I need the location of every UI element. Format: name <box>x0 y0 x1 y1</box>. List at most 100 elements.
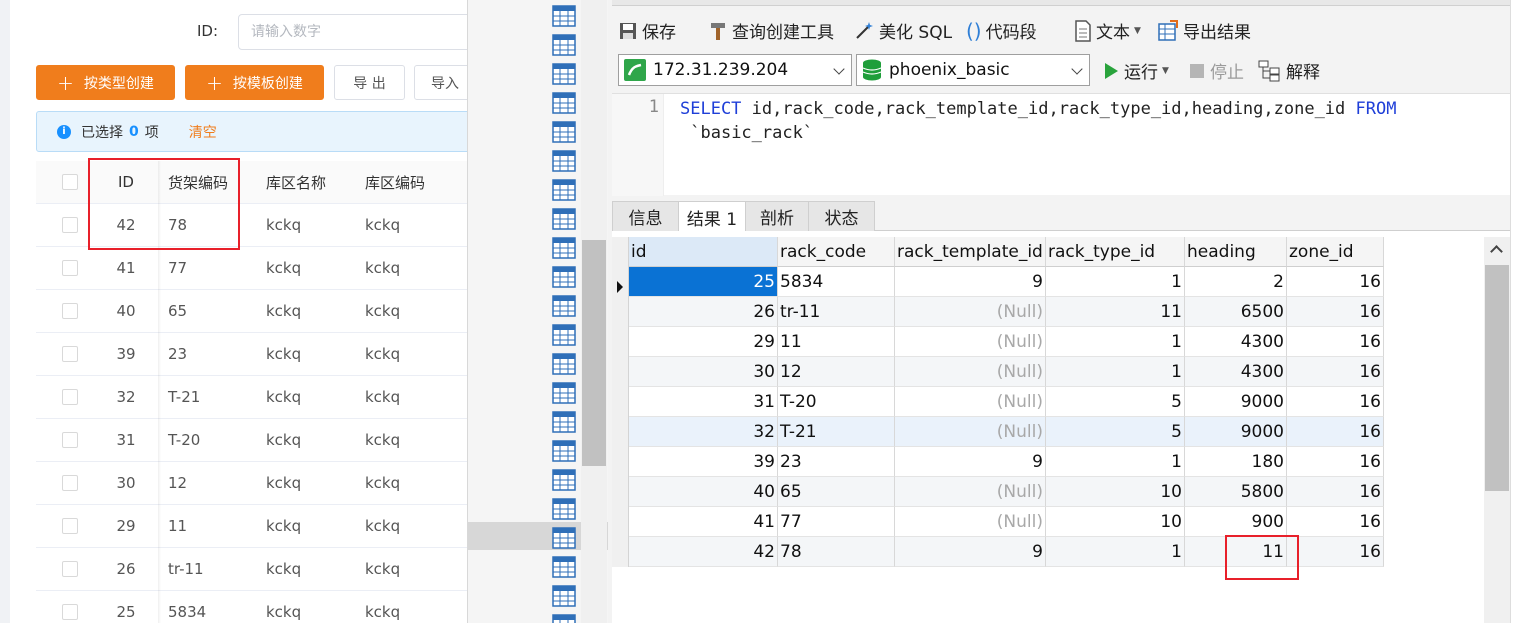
tab-status[interactable]: 状态 <box>808 201 875 231</box>
database-select[interactable]: phoenix_basic <box>856 54 1090 86</box>
table-icon[interactable] <box>552 527 576 549</box>
grid-cell-heading[interactable]: 11 <box>1185 537 1287 567</box>
connection-select[interactable]: 172.31.239.204 <box>618 54 852 86</box>
grid-cell-rack-type-id[interactable]: 5 <box>1046 417 1185 447</box>
grid-cell-heading[interactable]: 900 <box>1185 507 1287 537</box>
grid-cell-heading[interactable]: 4300 <box>1185 327 1287 357</box>
grid-cell-heading[interactable]: 2 <box>1185 267 1287 297</box>
query-builder-button[interactable]: 查询创建工具 <box>708 18 834 43</box>
table-icon[interactable] <box>552 208 576 230</box>
header-zone-code[interactable]: 库区编码 <box>365 161 460 203</box>
table-row[interactable]: 25 5834 kckq kckq <box>36 591 486 623</box>
table-icon[interactable] <box>552 440 576 462</box>
grid-cell-rack-type-id[interactable]: 11 <box>1046 297 1185 327</box>
table-icon[interactable] <box>552 585 576 607</box>
grid-cell-rack-code[interactable]: 65 <box>778 477 895 507</box>
grid-cell-rack-code[interactable]: 78 <box>778 537 895 567</box>
grid-cell-id[interactable]: 40 <box>629 477 778 507</box>
grid-cell-zone-id[interactable]: 16 <box>1287 267 1384 297</box>
grid-cell-id[interactable]: 41 <box>629 507 778 537</box>
grid-header-heading[interactable]: heading <box>1185 237 1287 267</box>
grid-cell-zone-id[interactable]: 16 <box>1287 327 1384 357</box>
grid-cell-heading[interactable]: 6500 <box>1185 297 1287 327</box>
grid-cell-rack-template-id[interactable]: (Null) <box>895 477 1046 507</box>
grid-cell-id[interactable]: 31 <box>629 387 778 417</box>
grid-cell-rack-type-id[interactable]: 1 <box>1046 357 1185 387</box>
table-row[interactable]: 40 65 kckq kckq <box>36 290 486 333</box>
table-icon[interactable] <box>552 179 576 201</box>
grid-header-id[interactable]: id <box>629 237 778 267</box>
table-row[interactable]: 39 23 kckq kckq <box>36 333 486 376</box>
grid-cell-rack-template-id[interactable]: (Null) <box>895 297 1046 327</box>
table-icon[interactable] <box>552 469 576 491</box>
grid-cell-rack-type-id[interactable]: 5 <box>1046 387 1185 417</box>
tab-result-1[interactable]: 结果 1 <box>678 201 746 232</box>
grid-cell-rack-code[interactable]: 77 <box>778 507 895 537</box>
row-checkbox[interactable] <box>62 432 78 448</box>
grid-cell-id[interactable]: 25 <box>629 267 778 297</box>
grid-cell-zone-id[interactable]: 16 <box>1287 387 1384 417</box>
grid-cell-rack-template-id[interactable]: 9 <box>895 447 1046 477</box>
grid-cell-rack-template-id[interactable]: 9 <box>895 267 1046 297</box>
grid-cell-id[interactable]: 42 <box>629 537 778 567</box>
create-by-template-button[interactable]: + 按模板创建 <box>185 65 324 100</box>
export-results-button[interactable]: 导出结果 <box>1157 18 1251 43</box>
grid-cell-heading[interactable]: 180 <box>1185 447 1287 477</box>
tab-profile[interactable]: 剖析 <box>745 201 809 231</box>
grid-cell-zone-id[interactable]: 16 <box>1287 507 1384 537</box>
table-row[interactable]: 26 tr-11 kckq kckq <box>36 548 486 591</box>
sql-editor[interactable]: 1 SELECT id,rack_code,rack_template_id,r… <box>612 93 1510 196</box>
row-checkbox[interactable] <box>62 346 78 362</box>
grid-cell-zone-id[interactable]: 16 <box>1287 417 1384 447</box>
row-checkbox[interactable] <box>62 260 78 276</box>
row-checkbox[interactable] <box>62 475 78 491</box>
table-icon[interactable] <box>552 5 576 27</box>
grid-header-rack-type-id[interactable]: rack_type_id <box>1046 237 1185 267</box>
table-icon[interactable] <box>552 295 576 317</box>
table-icon[interactable] <box>552 556 576 578</box>
grid-cell-rack-type-id[interactable]: 1 <box>1046 447 1185 477</box>
table-row[interactable]: 31 T-20 kckq kckq <box>36 419 486 462</box>
save-button[interactable]: 保存 <box>618 18 676 43</box>
tab-info[interactable]: 信息 <box>612 201 679 231</box>
create-by-type-button[interactable]: + 按类型创建 <box>36 65 175 100</box>
table-icon[interactable] <box>552 498 576 520</box>
clear-selection-link[interactable]: 清空 <box>189 122 217 142</box>
table-icon[interactable] <box>552 324 576 346</box>
grid-cell-rack-type-id[interactable]: 10 <box>1046 507 1185 537</box>
grid-cell-rack-code[interactable]: 23 <box>778 447 895 477</box>
row-checkbox[interactable] <box>62 389 78 405</box>
table-icon[interactable] <box>552 34 576 56</box>
grid-cell-heading[interactable]: 5800 <box>1185 477 1287 507</box>
grid-cell-id[interactable]: 32 <box>629 417 778 447</box>
stop-button[interactable]: 停止 <box>1188 58 1244 83</box>
grid-cell-rack-type-id[interactable]: 1 <box>1046 537 1185 567</box>
id-filter-input[interactable] <box>238 14 498 50</box>
grid-cell-zone-id[interactable]: 16 <box>1287 357 1384 387</box>
table-icon[interactable] <box>552 121 576 143</box>
grid-cell-rack-code[interactable]: T-20 <box>778 387 895 417</box>
beautify-sql-button[interactable]: 美化 SQL <box>853 18 952 43</box>
table-row[interactable]: 32 T-21 kckq kckq <box>36 376 486 419</box>
grid-cell-rack-template-id[interactable]: (Null) <box>895 507 1046 537</box>
table-row[interactable]: 30 12 kckq kckq <box>36 462 486 505</box>
chevron-up-icon[interactable] <box>1490 245 1503 258</box>
grid-cell-heading[interactable]: 4300 <box>1185 357 1287 387</box>
select-all-checkbox[interactable] <box>62 174 78 190</box>
row-checkbox[interactable] <box>62 561 78 577</box>
table-row[interactable]: 29 11 kckq kckq <box>36 505 486 548</box>
table-row[interactable]: 42 78 kckq kckq <box>36 204 486 247</box>
grid-cell-id[interactable]: 26 <box>629 297 778 327</box>
run-button[interactable]: 运行 ▼ <box>1102 58 1169 83</box>
grid-cell-id[interactable]: 39 <box>629 447 778 477</box>
grid-header-rack-template-id[interactable]: rack_template_id <box>895 237 1046 267</box>
grid-cell-rack-code[interactable]: 12 <box>778 357 895 387</box>
grid-cell-rack-template-id[interactable]: (Null) <box>895 327 1046 357</box>
header-zone-name[interactable]: 库区名称 <box>266 161 361 203</box>
grid-cell-id[interactable]: 29 <box>629 327 778 357</box>
grid-cell-rack-template-id[interactable]: (Null) <box>895 387 1046 417</box>
row-checkbox[interactable] <box>62 604 78 620</box>
grid-cell-rack-code[interactable]: tr-11 <box>778 297 895 327</box>
grid-cell-rack-template-id[interactable]: (Null) <box>895 417 1046 447</box>
sql-code[interactable]: SELECT id,rack_code,rack_template_id,rac… <box>680 97 1480 145</box>
